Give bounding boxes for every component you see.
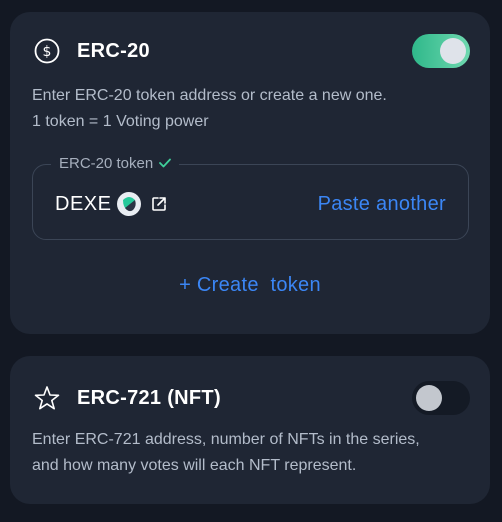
erc20-card: $ ERC-20 Enter ERC-20 token address or c…	[10, 12, 490, 334]
erc20-description-line1: Enter ERC-20 token address or create a n…	[32, 87, 387, 104]
erc721-description: Enter ERC-721 address, number of NFTs in…	[32, 427, 470, 479]
erc721-card: ERC-721 (NFT) Enter ERC-721 address, num…	[10, 356, 490, 504]
svg-text:$: $	[43, 44, 52, 60]
dexe-logo-icon	[116, 191, 142, 217]
erc721-description-line1: Enter ERC-721 address, number of NFTs in…	[32, 431, 420, 448]
erc20-token-field-label: ERC-20 token	[51, 154, 180, 174]
external-link-icon[interactable]	[150, 195, 168, 213]
erc721-description-line2: and how many votes will each NFT represe…	[32, 457, 357, 474]
erc20-description: Enter ERC-20 token address or create a n…	[32, 83, 470, 135]
field-label-text: ERC-20 token	[59, 155, 154, 172]
erc721-toggle[interactable]	[412, 381, 470, 415]
erc721-header: ERC-721 (NFT)	[34, 380, 470, 416]
erc20-header: $ ERC-20	[34, 33, 470, 69]
create-token-button[interactable]: + Create token	[10, 274, 490, 297]
erc20-toggle[interactable]	[412, 34, 470, 68]
erc721-toggle-knob	[416, 385, 442, 411]
erc20-title: ERC-20	[77, 39, 150, 62]
token-name: DEXE	[55, 192, 112, 215]
erc20-toggle-knob	[440, 38, 466, 64]
erc20-token-field[interactable]: ERC-20 token DEXE Paste another	[32, 154, 469, 240]
check-icon	[159, 154, 172, 174]
star-icon	[34, 385, 60, 411]
erc20-description-line2: 1 token = 1 Voting power	[32, 113, 209, 130]
token-row: DEXE Paste another	[55, 189, 446, 219]
dollar-circle-icon: $	[34, 38, 60, 64]
erc721-title: ERC-721 (NFT)	[77, 386, 221, 409]
paste-another-button[interactable]: Paste another	[318, 193, 446, 216]
